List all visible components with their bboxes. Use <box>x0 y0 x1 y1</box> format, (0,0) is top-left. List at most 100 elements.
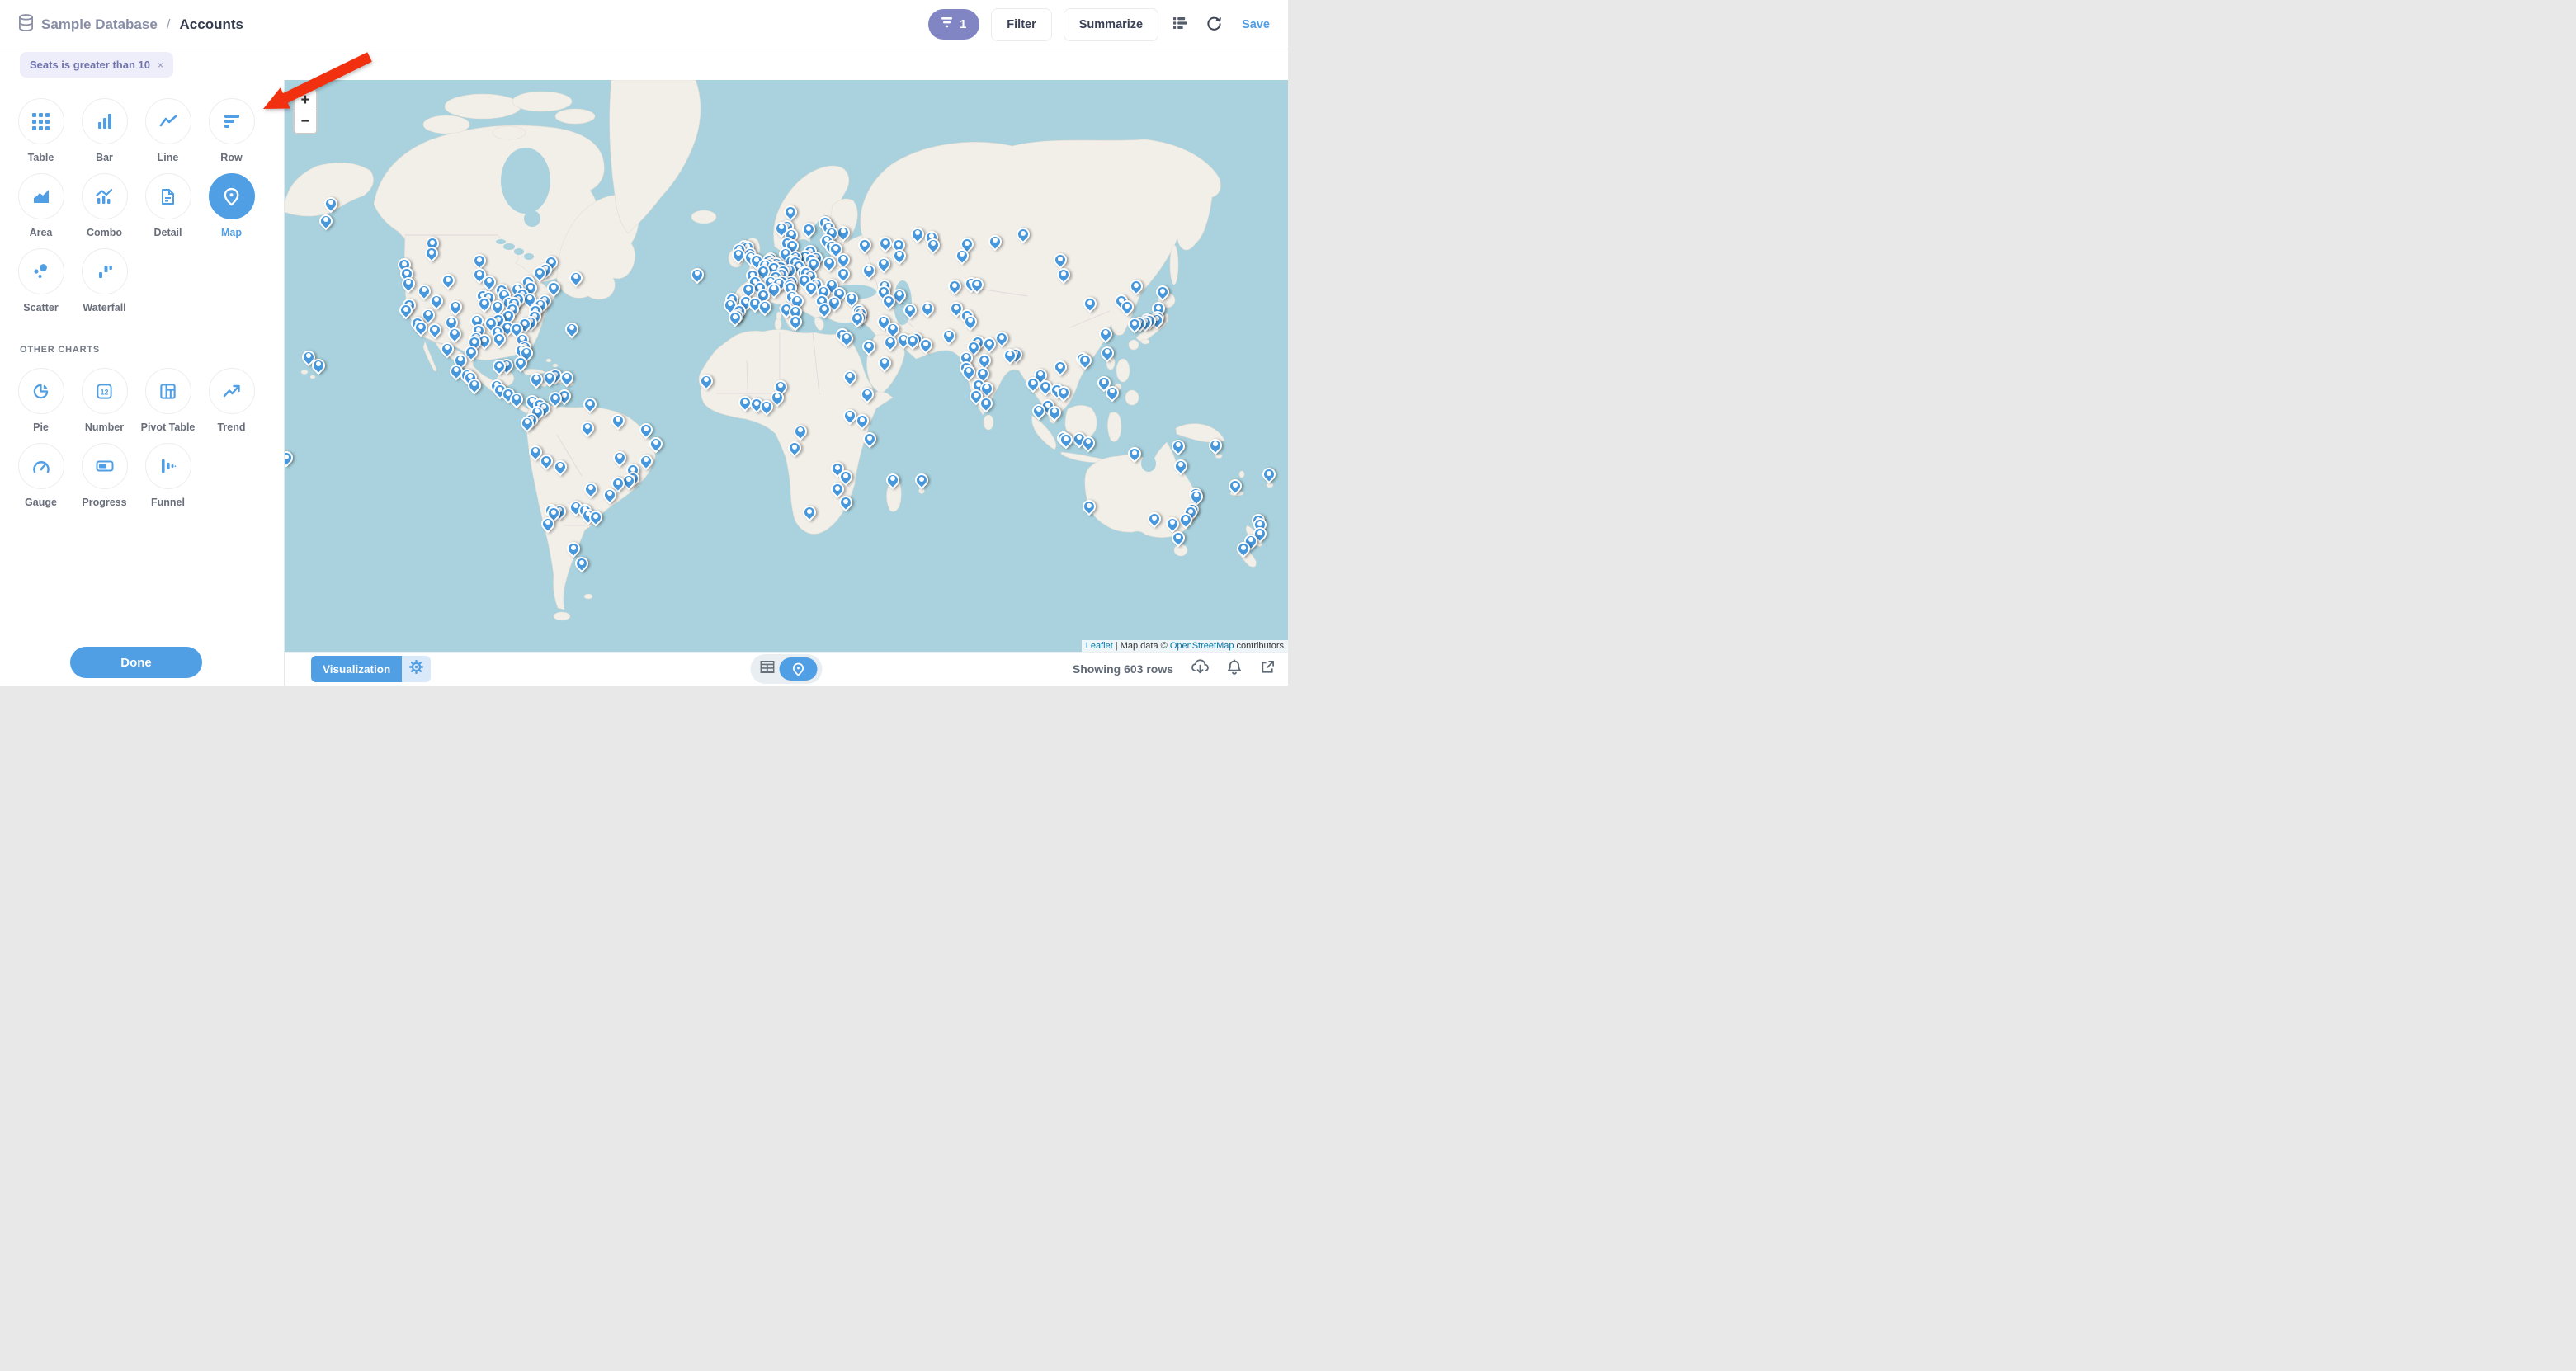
map-pin[interactable] <box>863 432 876 445</box>
viz-type-scatter[interactable]: Scatter <box>9 248 73 313</box>
map-pin[interactable] <box>1128 447 1141 460</box>
map-pin[interactable] <box>468 379 481 392</box>
map-pin[interactable] <box>1003 349 1017 362</box>
map-pin[interactable] <box>441 274 455 287</box>
map-pin[interactable] <box>521 417 534 430</box>
zoom-in-button[interactable]: + <box>295 90 316 111</box>
map-pin[interactable] <box>760 400 773 413</box>
map-pin[interactable] <box>1083 500 1096 513</box>
map-pin[interactable] <box>319 214 333 228</box>
map-pin[interactable] <box>1237 542 1250 555</box>
map-pin[interactable] <box>510 393 523 406</box>
viz-type-gauge[interactable]: Gauge <box>9 443 73 508</box>
map-pin[interactable] <box>884 336 897 349</box>
map-pin[interactable] <box>988 235 1002 248</box>
map-pin[interactable] <box>1106 386 1119 399</box>
map-pin[interactable] <box>549 392 562 405</box>
map-pin[interactable] <box>803 506 816 519</box>
map-pin[interactable] <box>399 304 413 317</box>
map-pin[interactable] <box>839 470 852 483</box>
map-pin[interactable] <box>794 425 807 438</box>
map-pin[interactable] <box>1048 406 1061 419</box>
map-pin[interactable] <box>448 327 461 341</box>
map-pin[interactable] <box>425 247 438 260</box>
map-pin[interactable] <box>639 455 653 468</box>
map-pin[interactable] <box>1078 354 1092 367</box>
map-pin[interactable] <box>1054 360 1067 374</box>
summarize-button[interactable]: Summarize <box>1064 8 1158 41</box>
map-pin[interactable] <box>893 249 906 262</box>
map-pin[interactable] <box>877 257 890 271</box>
map-pin[interactable] <box>1121 300 1134 313</box>
map-pin[interactable] <box>862 264 875 277</box>
viz-type-row[interactable]: Row <box>200 98 263 163</box>
map-pin[interactable] <box>560 371 573 384</box>
download-results-button[interactable] <box>1191 659 1209 679</box>
viz-type-pivot-table[interactable]: Pivot Table <box>136 368 200 433</box>
map-pin[interactable] <box>324 197 337 210</box>
map-pin[interactable] <box>1174 459 1187 473</box>
map-pin[interactable] <box>1057 268 1070 281</box>
filter-button[interactable]: Filter <box>991 8 1051 41</box>
map-pin[interactable] <box>903 304 917 317</box>
map-pin[interactable] <box>1083 297 1097 310</box>
map-pin[interactable] <box>1128 318 1141 331</box>
map-pin[interactable] <box>449 300 462 313</box>
map-pin[interactable] <box>964 315 977 328</box>
viz-type-funnel[interactable]: Funnel <box>136 443 200 508</box>
refresh-button[interactable] <box>1203 12 1225 37</box>
map-pin[interactable] <box>845 292 858 305</box>
map-pin[interactable] <box>948 280 961 293</box>
map-pin[interactable] <box>1026 377 1040 390</box>
map-pin[interactable] <box>514 356 527 370</box>
map-pin[interactable] <box>639 423 653 436</box>
map-pin[interactable] <box>879 237 892 250</box>
map-pin[interactable] <box>567 542 580 555</box>
viz-type-detail[interactable]: Detail <box>136 173 200 238</box>
open-external-icon[interactable] <box>1260 660 1275 679</box>
map-pin[interactable] <box>839 496 852 509</box>
zoom-out-button[interactable]: − <box>295 111 316 133</box>
map-pin[interactable] <box>882 294 895 308</box>
map-pin[interactable] <box>955 249 969 262</box>
map-pin[interactable] <box>1172 440 1185 453</box>
map-pin[interactable] <box>758 300 771 313</box>
map-pin[interactable] <box>818 303 831 316</box>
map-pin[interactable] <box>843 370 856 384</box>
map-pin[interactable] <box>1054 253 1067 266</box>
table-view-button[interactable] <box>761 661 775 677</box>
filter-chip-remove-icon[interactable]: × <box>158 59 163 71</box>
map-pin[interactable] <box>565 323 578 336</box>
viz-type-waterfall[interactable]: Waterfall <box>73 248 136 313</box>
map-pin[interactable] <box>978 354 991 367</box>
map-pin[interactable] <box>861 388 874 401</box>
map-pin[interactable] <box>414 321 427 334</box>
map-pin[interactable] <box>1172 531 1185 544</box>
map-pin[interactable] <box>312 359 325 372</box>
viz-type-pie[interactable]: Pie <box>9 368 73 433</box>
map-pin[interactable] <box>831 483 844 496</box>
map-pin[interactable] <box>543 371 556 384</box>
map-pin[interactable] <box>837 226 850 239</box>
map-pin[interactable] <box>493 332 506 346</box>
map-pin[interactable] <box>1156 285 1169 299</box>
breadcrumb-table[interactable]: Accounts <box>180 16 243 33</box>
save-button[interactable]: Save <box>1242 18 1270 31</box>
map-pin[interactable] <box>1148 512 1161 525</box>
map-pin[interactable] <box>784 205 797 219</box>
map-pin[interactable] <box>962 365 975 379</box>
map-pin[interactable] <box>983 337 996 351</box>
map-pin[interactable] <box>837 267 850 280</box>
map-pin[interactable] <box>402 277 415 290</box>
map-pin[interactable] <box>691 268 704 281</box>
map-pin[interactable] <box>613 451 626 464</box>
map-pin[interactable] <box>911 228 924 241</box>
map-pin[interactable] <box>1166 517 1179 530</box>
map-view-button[interactable] <box>780 657 818 681</box>
map-pin[interactable] <box>700 375 713 388</box>
map-pin[interactable] <box>589 511 602 524</box>
map-pin[interactable] <box>878 356 891 370</box>
visualization-settings-button[interactable] <box>402 656 431 682</box>
map-pin[interactable] <box>1262 468 1276 481</box>
map-pin[interactable] <box>919 338 932 351</box>
